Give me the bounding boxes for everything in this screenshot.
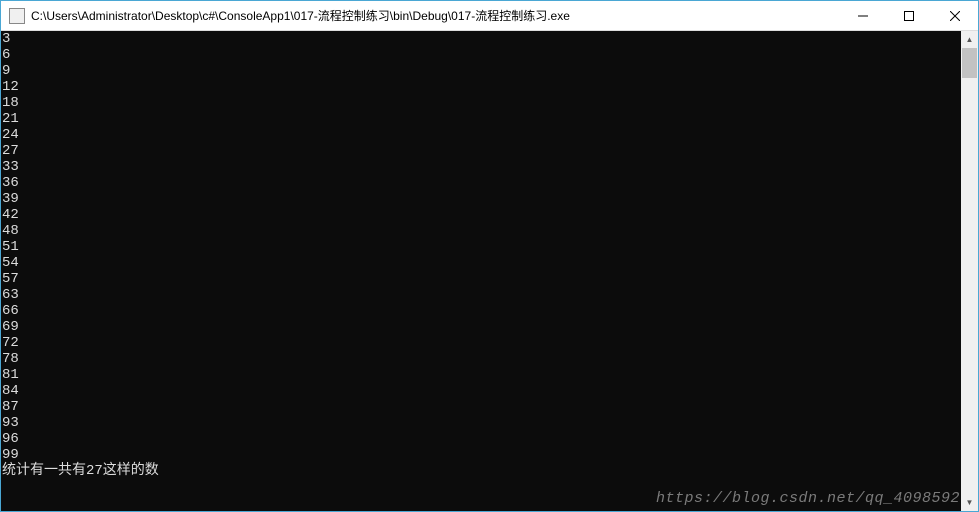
maximize-button[interactable] — [886, 1, 932, 30]
console-output: 3 6 9 12 18 21 24 27 33 36 39 42 48 51 5… — [1, 31, 961, 511]
scroll-down-arrow[interactable]: ▼ — [961, 494, 978, 511]
close-button[interactable] — [932, 1, 978, 30]
app-icon — [9, 8, 25, 24]
scroll-up-arrow[interactable]: ▲ — [961, 31, 978, 48]
console-area: 3 6 9 12 18 21 24 27 33 36 39 42 48 51 5… — [1, 31, 978, 511]
minimize-button[interactable] — [840, 1, 886, 30]
vertical-scrollbar[interactable]: ▲ ▼ — [961, 31, 978, 511]
titlebar: C:\Users\Administrator\Desktop\c#\Consol… — [1, 1, 978, 31]
scroll-thumb[interactable] — [962, 48, 977, 78]
window-controls — [840, 1, 978, 30]
scroll-track[interactable] — [961, 48, 978, 494]
window-title: C:\Users\Administrator\Desktop\c#\Consol… — [31, 7, 840, 24]
